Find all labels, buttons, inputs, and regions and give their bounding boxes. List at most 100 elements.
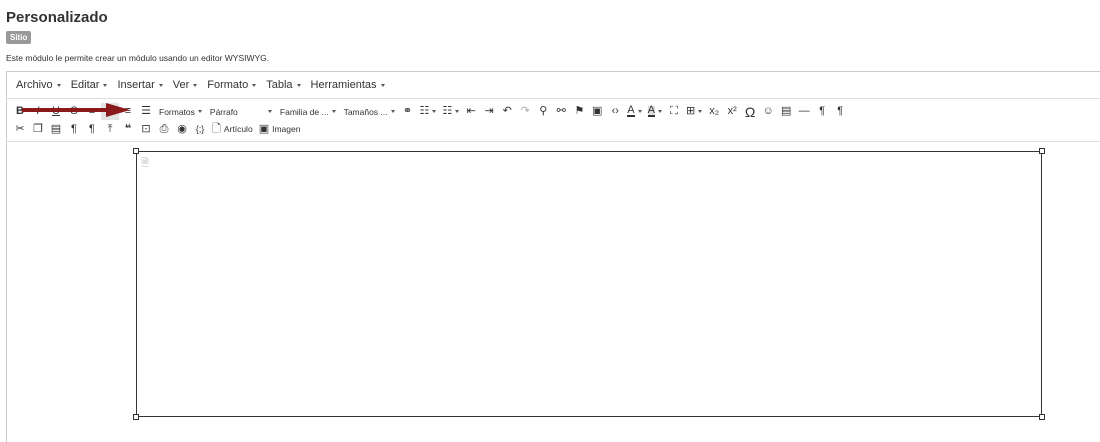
subscript-button[interactable]: x₂ bbox=[705, 103, 723, 120]
redo-icon: ↷ bbox=[520, 105, 530, 117]
print-icon: ⎙ bbox=[159, 123, 169, 135]
align-right-button[interactable]: ≡ bbox=[119, 103, 137, 120]
menu-archivo[interactable]: Archivo bbox=[11, 79, 66, 91]
binoculars-icon: ⚭ bbox=[402, 105, 413, 117]
background-color-button[interactable]: A bbox=[645, 103, 665, 120]
image-button[interactable]: ▣ Imagen bbox=[256, 121, 304, 138]
fullscreen-button[interactable]: ⛶ bbox=[665, 103, 683, 120]
font-family-dropdown[interactable]: Familia de ... bbox=[276, 103, 340, 120]
background-color-icon: A bbox=[647, 104, 655, 117]
superscript-button[interactable]: x² bbox=[723, 103, 741, 120]
chevron-down-icon bbox=[637, 110, 642, 113]
bullet-list-button[interactable]: ☷ bbox=[417, 103, 440, 120]
undo-icon: ↶ bbox=[502, 105, 512, 117]
align-right-icon: ≡ bbox=[124, 105, 132, 117]
resize-handle-bottom-left[interactable] bbox=[133, 414, 139, 420]
emoticons-button[interactable]: ☺ bbox=[759, 103, 777, 120]
redo-button[interactable]: ↷ bbox=[516, 103, 534, 120]
eye-icon: ◉ bbox=[177, 123, 187, 135]
horizontal-rule-icon: — bbox=[798, 105, 810, 117]
align-center-button[interactable]: ☰ bbox=[101, 103, 119, 120]
media-icon: ▤ bbox=[780, 105, 792, 117]
visual-chars-button[interactable]: ¶ bbox=[83, 121, 101, 138]
horizontal-rule-button[interactable]: — bbox=[795, 103, 813, 120]
print-button[interactable]: ⎙ bbox=[155, 121, 173, 138]
table-icon: ⊞ bbox=[685, 105, 696, 117]
table-button[interactable]: ⊞ bbox=[683, 103, 705, 120]
chevron-down-icon bbox=[103, 83, 108, 87]
menu-formato[interactable]: Formato bbox=[202, 79, 261, 91]
template-button[interactable]: ⊡ bbox=[137, 121, 155, 138]
numbered-list-icon: ☷ bbox=[442, 105, 453, 117]
align-left-button[interactable]: ≡ bbox=[83, 103, 101, 120]
link-button[interactable]: ⚲ bbox=[534, 103, 552, 120]
paragraph-dropdown[interactable]: Párrafo bbox=[206, 103, 276, 120]
chevron-down-icon bbox=[252, 83, 257, 87]
align-justify-icon: ☰ bbox=[141, 105, 151, 117]
underline-button[interactable]: U bbox=[47, 103, 65, 120]
show-blocks-button[interactable]: ¶ bbox=[65, 121, 83, 138]
source-code-button[interactable]: ‹› bbox=[606, 103, 624, 120]
menu-editar[interactable]: Editar bbox=[66, 79, 113, 91]
chevron-down-icon bbox=[158, 83, 163, 87]
article-button[interactable]: 🗋 Artículo bbox=[209, 121, 256, 138]
text-color-button[interactable]: A bbox=[624, 103, 644, 120]
chevron-down-icon bbox=[197, 110, 202, 113]
code-sample-button[interactable]: {;} bbox=[191, 121, 209, 138]
find-replace-button[interactable]: ⚭ bbox=[399, 103, 417, 120]
text-color-icon: A bbox=[627, 104, 635, 117]
chevron-down-icon bbox=[455, 110, 460, 113]
paste-button[interactable]: ▤ bbox=[47, 121, 65, 138]
menu-ver[interactable]: Ver bbox=[168, 79, 203, 91]
upload-icon: ⤒ bbox=[107, 123, 113, 135]
strikethrough-button[interactable]: S bbox=[65, 103, 83, 120]
indent-button[interactable]: ⇥ bbox=[480, 103, 498, 120]
align-left-icon: ≡ bbox=[88, 105, 96, 117]
formats-dropdown[interactable]: Formatos bbox=[155, 103, 206, 120]
code-icon: ‹› bbox=[611, 105, 619, 117]
upload-button[interactable]: ⤒ bbox=[101, 121, 119, 138]
special-character-button[interactable]: Ω bbox=[741, 103, 759, 120]
align-justify-button[interactable]: ☰ bbox=[137, 103, 155, 120]
chevron-down-icon bbox=[331, 110, 336, 113]
embedded-object-frame[interactable]: 🗎 bbox=[133, 148, 1045, 420]
chevron-down-icon bbox=[698, 110, 703, 113]
unlink-icon: ⚯ bbox=[556, 105, 566, 117]
align-center-icon: ☰ bbox=[105, 105, 115, 117]
menu-insertar[interactable]: Insertar bbox=[112, 79, 167, 91]
ltr-button[interactable]: ¶ bbox=[813, 103, 831, 120]
bold-button[interactable]: B bbox=[11, 103, 29, 120]
editor-content-area[interactable]: 🗎 bbox=[7, 143, 1100, 442]
module-description: Este módulo le permite crear un módulo u… bbox=[6, 53, 270, 63]
resize-handle-top-left[interactable] bbox=[133, 148, 139, 154]
editor-menubar: Archivo Editar Insertar Ver Formato Tabl… bbox=[7, 72, 1100, 99]
numbered-list-button[interactable]: ☷ bbox=[439, 103, 462, 120]
pilcrow-icon: ¶ bbox=[89, 123, 95, 135]
media-button[interactable]: ▤ bbox=[777, 103, 795, 120]
insert-image-button[interactable]: ▣ bbox=[588, 103, 606, 120]
unlink-button[interactable]: ⚯ bbox=[552, 103, 570, 120]
preview-button[interactable]: ◉ bbox=[173, 121, 191, 138]
image-icon: ▣ bbox=[592, 105, 603, 117]
undo-button[interactable]: ↶ bbox=[498, 103, 516, 120]
smiley-icon: ☺ bbox=[762, 105, 774, 117]
resize-handle-top-right[interactable] bbox=[1039, 148, 1045, 154]
chevron-down-icon bbox=[193, 83, 198, 87]
template-icon: ⊡ bbox=[141, 123, 151, 135]
pilcrow-icon: ¶ bbox=[71, 123, 77, 135]
menu-tabla[interactable]: Tabla bbox=[261, 79, 305, 91]
rtl-button[interactable]: ¶ bbox=[831, 103, 849, 120]
copy-button[interactable]: ❐ bbox=[29, 121, 47, 138]
resize-handle-bottom-right[interactable] bbox=[1039, 414, 1045, 420]
chevron-down-icon bbox=[296, 83, 301, 87]
anchor-button[interactable]: ⚑ bbox=[570, 103, 588, 120]
site-badge: Sitio bbox=[6, 31, 32, 44]
menu-herramientas[interactable]: Herramientas bbox=[306, 79, 390, 91]
editor-toolbar: B I U S ≡ ☰ ≡ ☰ Formatos Párrafo Familia… bbox=[7, 100, 1100, 142]
blockquote-button[interactable]: ❝ bbox=[119, 121, 137, 138]
outdent-button[interactable]: ⇤ bbox=[462, 103, 480, 120]
font-size-dropdown[interactable]: Tamaños ... bbox=[340, 103, 399, 120]
cut-button[interactable]: ✂ bbox=[11, 121, 29, 138]
bullet-list-icon: ☷ bbox=[419, 105, 430, 117]
italic-button[interactable]: I bbox=[29, 103, 47, 120]
